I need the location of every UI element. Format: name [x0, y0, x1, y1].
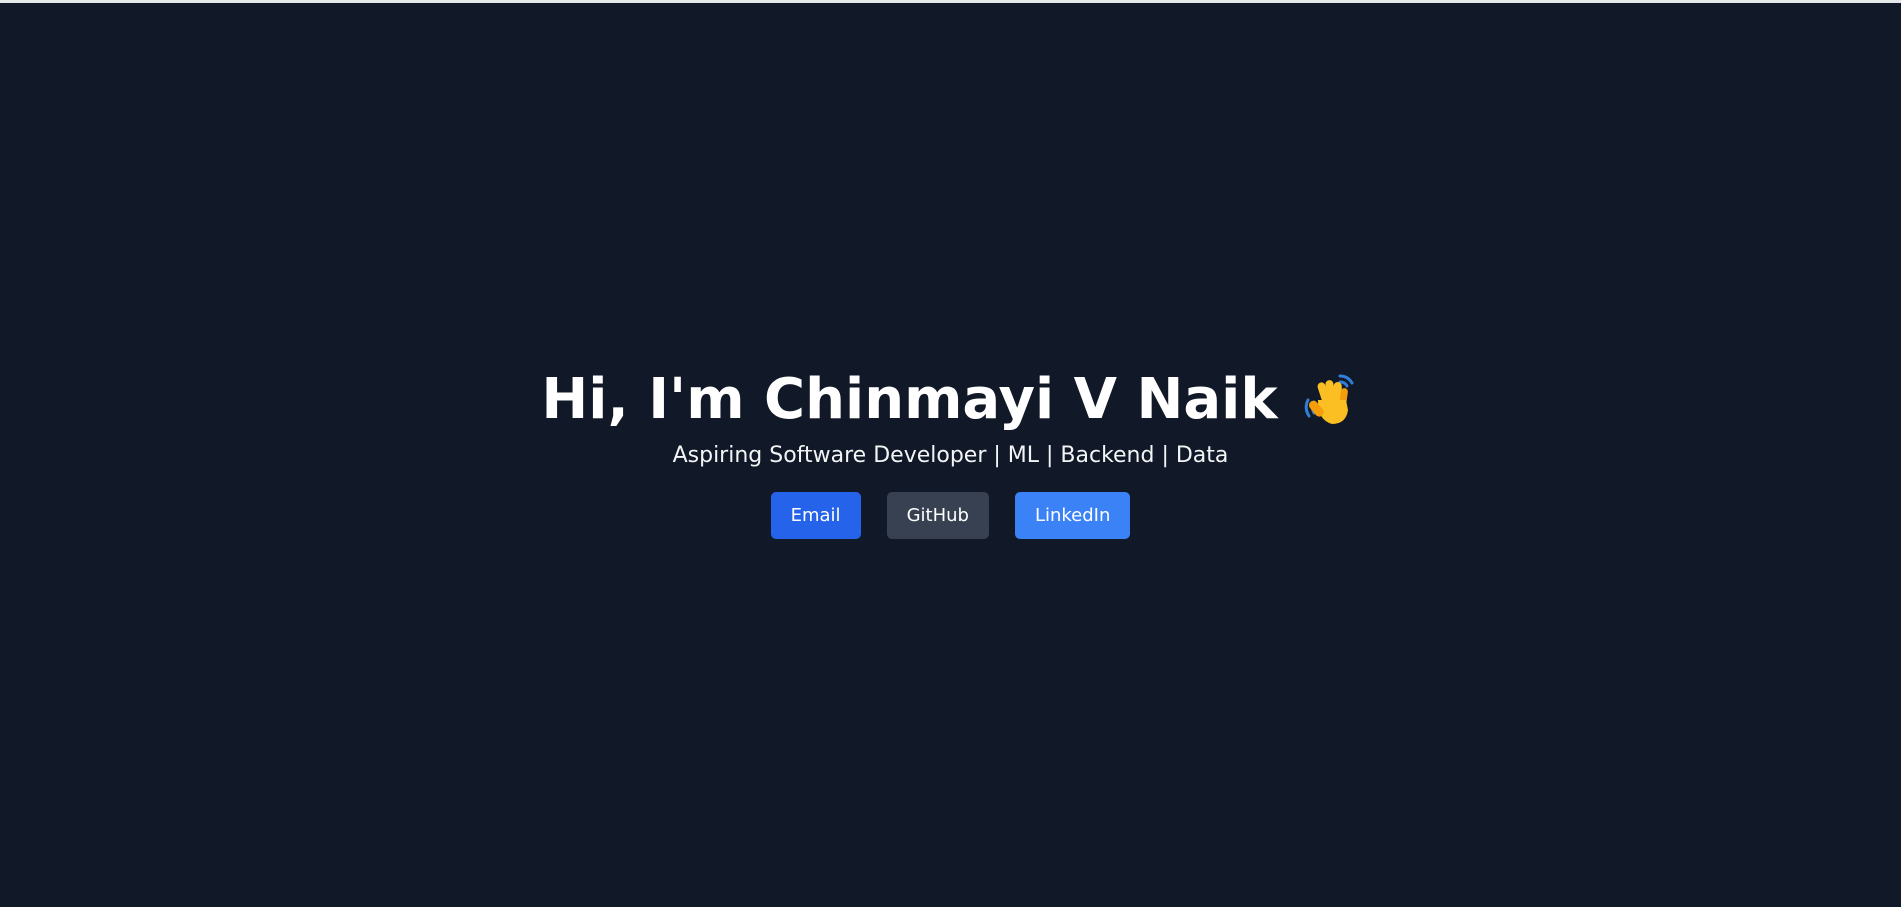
email-button[interactable]: Email	[770, 492, 861, 540]
hero-subtitle: Aspiring Software Developer | ML | Backe…	[672, 442, 1229, 468]
contact-buttons: Email GitHub LinkedIn	[770, 492, 1131, 540]
waving-hand-icon	[1300, 370, 1360, 430]
linkedin-button[interactable]: LinkedIn	[1014, 492, 1131, 540]
github-button[interactable]: GitHub	[886, 492, 989, 540]
hero-heading: Hi, I'm Chinmayi V Naik	[541, 366, 1360, 432]
hero-section: Hi, I'm Chinmayi V Naik Aspiring Softwar…	[0, 0, 1901, 907]
greeting-text: Hi, I'm Chinmayi V Naik	[541, 366, 1278, 432]
